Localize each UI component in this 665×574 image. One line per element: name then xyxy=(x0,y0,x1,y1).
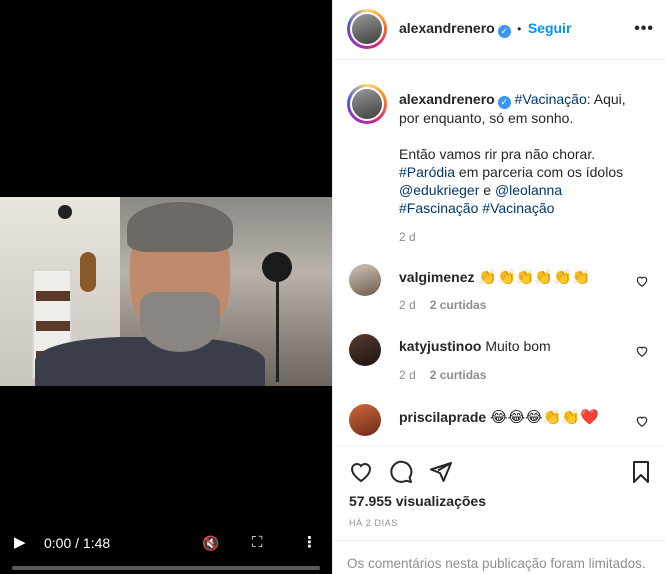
video-menu-icon[interactable]: ⋮ xyxy=(302,534,317,552)
author-avatar[interactable] xyxy=(347,9,387,49)
fullscreen-icon[interactable]: ⛶ xyxy=(252,534,263,552)
header-info: alexandrenero ✓ • Seguir xyxy=(399,20,571,38)
comment-avatar[interactable] xyxy=(349,264,381,296)
video-progress-bar[interactable] xyxy=(12,566,320,570)
heart-icon[interactable] xyxy=(349,460,373,484)
comment-time[interactable]: 2 d xyxy=(399,298,416,312)
share-icon[interactable] xyxy=(429,460,453,484)
mention-link[interactable]: @leolanna xyxy=(495,182,562,198)
comment-text: Muito bom xyxy=(485,338,551,354)
video-mic-stand xyxy=(276,282,279,382)
instagram-post: ▶ 0:00 / 1:48 🔇 ⛶ ⋮ alexandrenero ✓ • Seg… xyxy=(0,0,665,574)
caption-avatar[interactable] xyxy=(347,84,387,124)
header-separator: • xyxy=(517,22,522,36)
hashtag-link[interactable]: #Fascinação xyxy=(399,200,478,216)
video-person-shirt xyxy=(35,337,265,386)
comment-body: valgimenez 👏👏👏👏👏👏 xyxy=(399,268,590,286)
more-options-icon[interactable]: ••• xyxy=(634,20,654,38)
verified-icon: ✓ xyxy=(497,25,511,38)
post-actions: 57.955 visualizações HÁ 2 DIAS xyxy=(333,445,665,535)
post-header: alexandrenero ✓ • Seguir ••• xyxy=(333,0,665,60)
caption-time[interactable]: 2 d xyxy=(399,230,416,244)
caption-and: e xyxy=(479,182,495,198)
caption-avatar-image xyxy=(350,87,384,121)
comment-username[interactable]: valgimenez xyxy=(399,269,474,285)
comment-item: priscilaprade 😂😂😂👏👏❤️ xyxy=(349,404,659,444)
hashtag-link[interactable]: #Vacinação xyxy=(515,91,587,107)
comment-avatar[interactable] xyxy=(349,334,381,366)
video-wall-camera xyxy=(58,205,72,219)
video-person-hair xyxy=(127,202,233,252)
view-count[interactable]: 57.955 visualizações xyxy=(349,493,486,509)
post-date[interactable]: HÁ 2 DIAS xyxy=(349,518,398,528)
heart-icon[interactable] xyxy=(635,274,649,288)
mute-icon[interactable]: 🔇 xyxy=(202,534,219,552)
video-time: 0:00 / 1:48 xyxy=(44,535,111,551)
verified-icon: ✓ xyxy=(497,96,511,109)
comment-username[interactable]: priscilaprade xyxy=(399,409,486,425)
hashtag-link[interactable]: #Paródia xyxy=(399,164,455,180)
post-side-panel: alexandrenero ✓ • Seguir ••• alexandrener… xyxy=(332,0,665,574)
comment-time[interactable]: 2 d xyxy=(399,368,416,382)
mention-link[interactable]: @edukrieger xyxy=(399,182,479,198)
comment-username[interactable]: katyjustinoo xyxy=(399,338,481,354)
comment-meta: 2 d 2 curtidas xyxy=(399,368,486,382)
caption-line2: Então vamos rir pra não chorar. xyxy=(399,146,596,162)
author-username[interactable]: alexandrenero xyxy=(399,20,495,36)
comment-text: 😂😂😂👏👏❤️ xyxy=(490,409,599,426)
comment-likes[interactable]: 2 curtidas xyxy=(430,298,487,312)
comment-text: 👏👏👏👏👏👏 xyxy=(478,269,591,286)
comment-avatar[interactable] xyxy=(349,404,381,436)
author-avatar-image xyxy=(350,12,384,46)
video-controls: ▶ 0:00 / 1:48 🔇 ⛶ ⋮ xyxy=(0,528,332,574)
video-pane[interactable]: ▶ 0:00 / 1:48 🔇 ⛶ ⋮ xyxy=(0,0,332,574)
heart-icon[interactable] xyxy=(635,414,649,428)
follow-button[interactable]: Seguir xyxy=(528,20,572,36)
caption-line3: em parceria com os ídolos xyxy=(455,164,624,180)
comments-limited-notice: Os comentários nesta publicação foram li… xyxy=(333,540,665,574)
shelf-item xyxy=(36,321,70,331)
shelf-item xyxy=(36,291,70,301)
comment-body: katyjustinoo Muito bom xyxy=(399,338,551,354)
comment-icon[interactable] xyxy=(389,460,413,484)
video-frame[interactable] xyxy=(0,197,332,386)
caption-text: alexandrenero ✓ #Vacinação: Aqui, por enq… xyxy=(399,90,649,217)
comment-body: priscilaprade 😂😂😂👏👏❤️ xyxy=(399,408,599,426)
video-microphone xyxy=(262,252,292,282)
video-person-beard xyxy=(140,292,220,352)
comment-meta: 2 d 2 curtidas xyxy=(399,298,486,312)
comment-item: katyjustinoo Muito bom 2 d 2 curtidas xyxy=(349,334,659,394)
heart-icon[interactable] xyxy=(635,344,649,358)
caption-username[interactable]: alexandrenero xyxy=(399,91,495,107)
play-icon[interactable]: ▶ xyxy=(14,534,26,552)
bookmark-icon[interactable] xyxy=(629,460,653,484)
comment-item: valgimenez 👏👏👏👏👏👏 2 d 2 curtidas xyxy=(349,264,659,324)
comment-likes[interactable]: 2 curtidas xyxy=(430,368,487,382)
video-guitar xyxy=(80,252,96,292)
hashtag-link[interactable]: #Vacinação xyxy=(482,200,554,216)
